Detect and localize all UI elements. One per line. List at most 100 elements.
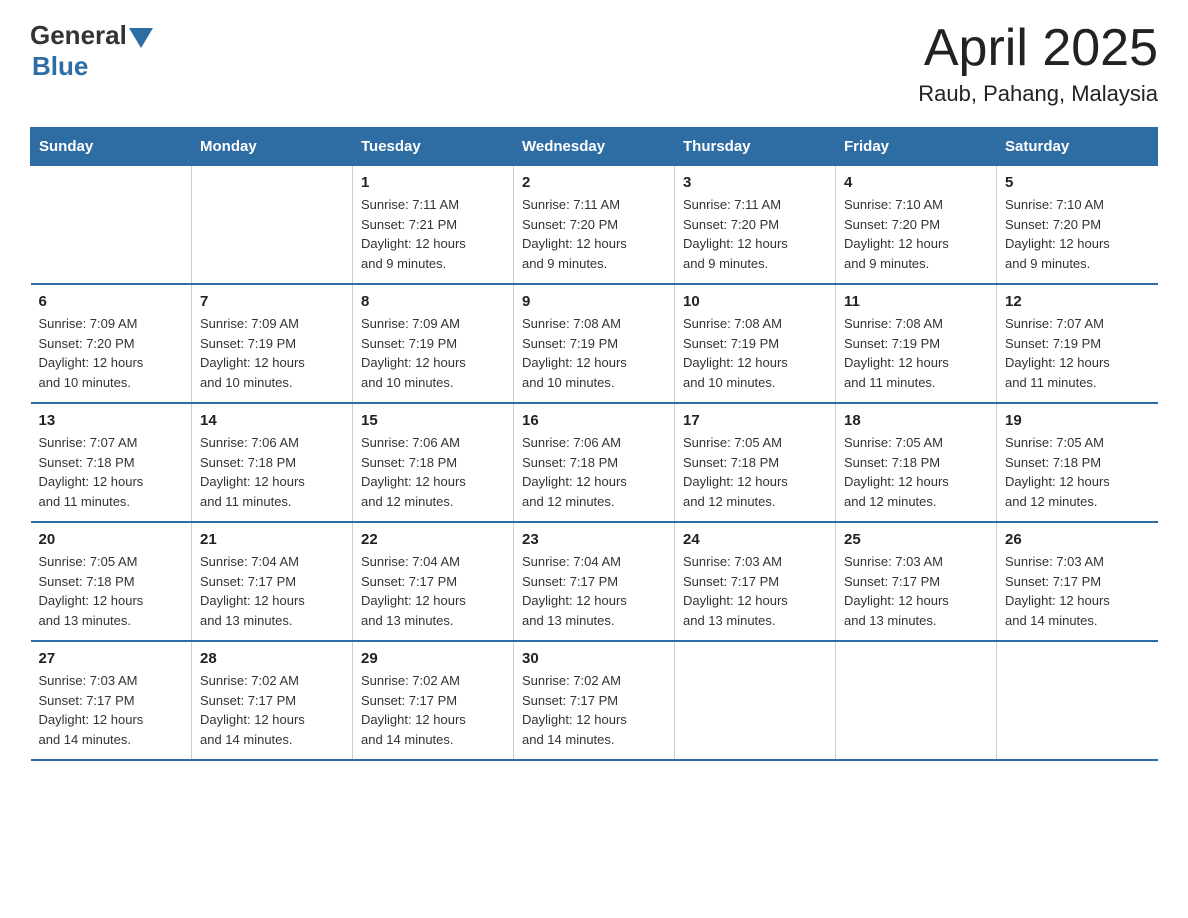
day-number: 6 [39, 293, 184, 310]
calendar-cell: 29 Sunrise: 7:02 AMSunset: 7:17 PMDayligh… [353, 641, 514, 760]
calendar-week-row: 27 Sunrise: 7:03 AMSunset: 7:17 PMDayligh… [31, 641, 1158, 760]
calendar-cell: 13Sunrise: 7:07 AMSunset: 7:18 PMDayligh… [31, 403, 192, 522]
calendar-cell: 24Sunrise: 7:03 AMSunset: 7:17 PMDayligh… [675, 522, 836, 641]
day-info: Sunrise: 7:06 AMSunset: 7:18 PMDaylight:… [200, 433, 344, 511]
day-number: 1 [361, 174, 505, 191]
header-sunday: Sunday [31, 128, 192, 166]
month-year-title: April 2025 [918, 20, 1158, 77]
day-info: Sunrise: 7:08 AMSunset: 7:19 PMDaylight:… [683, 314, 827, 392]
day-info: Sunrise: 7:08 AMSunset: 7:19 PMDaylight:… [522, 314, 666, 392]
logo: General Blue [30, 20, 153, 82]
title-section: April 2025 Raub, Pahang, Malaysia [918, 20, 1158, 107]
day-info: Sunrise: 7:10 AMSunset: 7:20 PMDaylight:… [844, 195, 988, 273]
day-number: 15 [361, 412, 505, 429]
day-number: 18 [844, 412, 988, 429]
header-thursday: Thursday [675, 128, 836, 166]
day-number: 26 [1005, 531, 1150, 548]
calendar-cell [31, 166, 192, 285]
day-number: 21 [200, 531, 344, 548]
calendar-cell [675, 641, 836, 760]
logo-general-text: General [30, 20, 127, 51]
day-info: Sunrise: 7:05 AMSunset: 7:18 PMDaylight:… [1005, 433, 1150, 511]
calendar-cell: 14Sunrise: 7:06 AMSunset: 7:18 PMDayligh… [192, 403, 353, 522]
day-number: 13 [39, 412, 184, 429]
calendar-body: 1 Sunrise: 7:11 AMSunset: 7:21 PMDaylight… [31, 166, 1158, 761]
calendar-week-row: 20 Sunrise: 7:05 AMSunset: 7:18 PMDayligh… [31, 522, 1158, 641]
day-info: Sunrise: 7:07 AMSunset: 7:19 PMDaylight:… [1005, 314, 1150, 392]
day-number: 16 [522, 412, 666, 429]
day-info: Sunrise: 7:02 AMSunset: 7:17 PMDaylight:… [361, 671, 505, 749]
day-info: Sunrise: 7:11 AMSunset: 7:20 PMDaylight:… [683, 195, 827, 273]
calendar-cell: 20 Sunrise: 7:05 AMSunset: 7:18 PMDayligh… [31, 522, 192, 641]
day-info: Sunrise: 7:05 AMSunset: 7:18 PMDaylight:… [683, 433, 827, 511]
day-number: 27 [39, 650, 184, 667]
calendar-cell [192, 166, 353, 285]
calendar-cell: 19 Sunrise: 7:05 AMSunset: 7:18 PMDayligh… [997, 403, 1158, 522]
day-info: Sunrise: 7:03 AMSunset: 7:17 PMDaylight:… [844, 552, 988, 630]
day-info: Sunrise: 7:11 AMSunset: 7:20 PMDaylight:… [522, 195, 666, 273]
day-info: Sunrise: 7:03 AMSunset: 7:17 PMDaylight:… [39, 671, 184, 749]
calendar-cell: 7 Sunrise: 7:09 AMSunset: 7:19 PMDaylight… [192, 284, 353, 403]
day-number: 29 [361, 650, 505, 667]
day-number: 5 [1005, 174, 1150, 191]
header-row: Sunday Monday Tuesday Wednesday Thursday… [31, 128, 1158, 166]
day-number: 20 [39, 531, 184, 548]
header-wednesday: Wednesday [514, 128, 675, 166]
calendar-cell: 4 Sunrise: 7:10 AMSunset: 7:20 PMDaylight… [836, 166, 997, 285]
day-info: Sunrise: 7:11 AMSunset: 7:21 PMDaylight:… [361, 195, 505, 273]
calendar-cell: 15 Sunrise: 7:06 AMSunset: 7:18 PMDayligh… [353, 403, 514, 522]
calendar-cell: 26Sunrise: 7:03 AMSunset: 7:17 PMDayligh… [997, 522, 1158, 641]
calendar-cell: 3 Sunrise: 7:11 AMSunset: 7:20 PMDaylight… [675, 166, 836, 285]
day-number: 25 [844, 531, 988, 548]
day-number: 23 [522, 531, 666, 548]
calendar-cell: 27 Sunrise: 7:03 AMSunset: 7:17 PMDayligh… [31, 641, 192, 760]
calendar-cell: 6Sunrise: 7:09 AMSunset: 7:20 PMDaylight… [31, 284, 192, 403]
day-number: 28 [200, 650, 344, 667]
calendar-cell: 9 Sunrise: 7:08 AMSunset: 7:19 PMDaylight… [514, 284, 675, 403]
header-friday: Friday [836, 128, 997, 166]
calendar-cell: 2Sunrise: 7:11 AMSunset: 7:20 PMDaylight… [514, 166, 675, 285]
day-number: 22 [361, 531, 505, 548]
day-number: 17 [683, 412, 827, 429]
day-number: 10 [683, 293, 827, 310]
calendar-cell: 22 Sunrise: 7:04 AMSunset: 7:17 PMDayligh… [353, 522, 514, 641]
day-number: 4 [844, 174, 988, 191]
day-number: 11 [844, 293, 988, 310]
day-number: 8 [361, 293, 505, 310]
day-info: Sunrise: 7:04 AMSunset: 7:17 PMDaylight:… [361, 552, 505, 630]
day-info: Sunrise: 7:05 AMSunset: 7:18 PMDaylight:… [39, 552, 184, 630]
header-monday: Monday [192, 128, 353, 166]
calendar-cell: 12Sunrise: 7:07 AMSunset: 7:19 PMDayligh… [997, 284, 1158, 403]
day-info: Sunrise: 7:04 AMSunset: 7:17 PMDaylight:… [522, 552, 666, 630]
day-info: Sunrise: 7:10 AMSunset: 7:20 PMDaylight:… [1005, 195, 1150, 273]
day-info: Sunrise: 7:09 AMSunset: 7:19 PMDaylight:… [361, 314, 505, 392]
day-info: Sunrise: 7:02 AMSunset: 7:17 PMDaylight:… [200, 671, 344, 749]
calendar-cell: 23 Sunrise: 7:04 AMSunset: 7:17 PMDayligh… [514, 522, 675, 641]
calendar-cell: 8 Sunrise: 7:09 AMSunset: 7:19 PMDaylight… [353, 284, 514, 403]
day-info: Sunrise: 7:04 AMSunset: 7:17 PMDaylight:… [200, 552, 344, 630]
day-info: Sunrise: 7:02 AMSunset: 7:17 PMDaylight:… [522, 671, 666, 749]
calendar-week-row: 6Sunrise: 7:09 AMSunset: 7:20 PMDaylight… [31, 284, 1158, 403]
page-header: General Blue April 2025 Raub, Pahang, Ma… [30, 20, 1158, 107]
calendar-week-row: 1 Sunrise: 7:11 AMSunset: 7:21 PMDaylight… [31, 166, 1158, 285]
day-number: 3 [683, 174, 827, 191]
calendar-cell: 28 Sunrise: 7:02 AMSunset: 7:17 PMDayligh… [192, 641, 353, 760]
calendar-cell: 1 Sunrise: 7:11 AMSunset: 7:21 PMDaylight… [353, 166, 514, 285]
calendar-cell: 30 Sunrise: 7:02 AMSunset: 7:17 PMDayligh… [514, 641, 675, 760]
calendar-cell: 17 Sunrise: 7:05 AMSunset: 7:18 PMDayligh… [675, 403, 836, 522]
day-number: 7 [200, 293, 344, 310]
day-info: Sunrise: 7:09 AMSunset: 7:19 PMDaylight:… [200, 314, 344, 392]
day-info: Sunrise: 7:06 AMSunset: 7:18 PMDaylight:… [361, 433, 505, 511]
header-saturday: Saturday [997, 128, 1158, 166]
logo-blue-text: Blue [32, 51, 88, 82]
calendar-cell: 10 Sunrise: 7:08 AMSunset: 7:19 PMDayligh… [675, 284, 836, 403]
day-number: 19 [1005, 412, 1150, 429]
calendar-cell: 5 Sunrise: 7:10 AMSunset: 7:20 PMDaylight… [997, 166, 1158, 285]
day-number: 9 [522, 293, 666, 310]
calendar-cell: 11Sunrise: 7:08 AMSunset: 7:19 PMDayligh… [836, 284, 997, 403]
logo-triangle-icon [129, 28, 153, 48]
calendar-cell [836, 641, 997, 760]
day-info: Sunrise: 7:03 AMSunset: 7:17 PMDaylight:… [683, 552, 827, 630]
calendar-cell: 21 Sunrise: 7:04 AMSunset: 7:17 PMDayligh… [192, 522, 353, 641]
day-number: 30 [522, 650, 666, 667]
